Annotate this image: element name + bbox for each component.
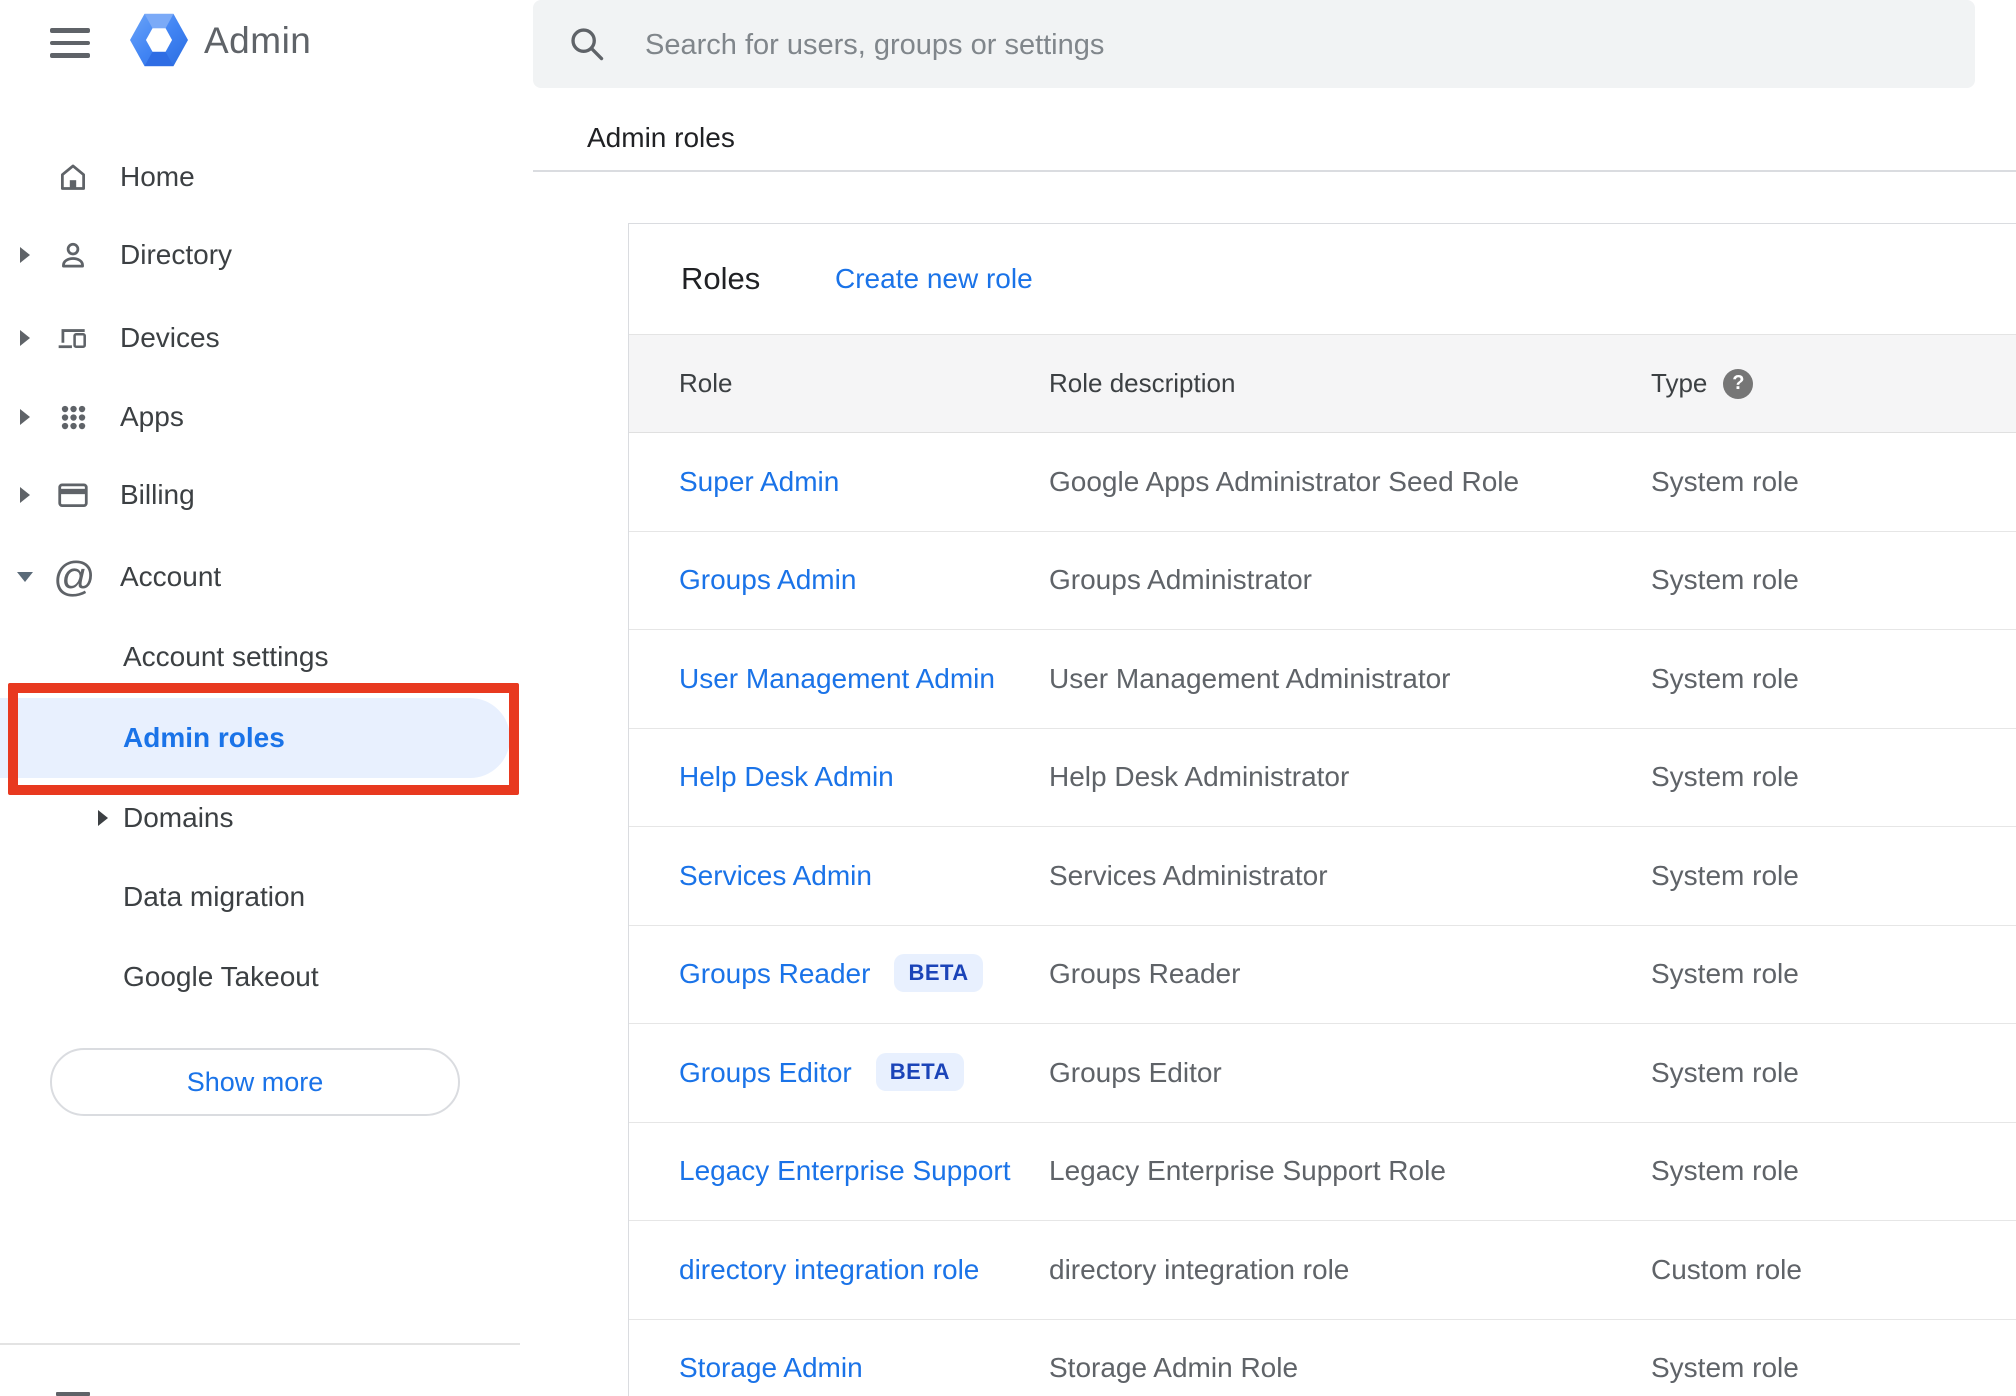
brand-title: Admin [204,20,312,61]
role-description: Groups Administrator [1049,564,1312,596]
beta-badge: BETA [875,1052,965,1091]
roles-card: Roles Create new role Role Role descript… [628,223,2016,1396]
role-type: System role [1651,465,1799,497]
role-description: User Management Administrator [1049,662,1451,694]
column-header-type: Type ? [1651,335,1754,432]
sidebar-item-label: Home [120,161,195,192]
sidebar-item-apps[interactable]: Apps [0,385,530,449]
role-link[interactable]: Storage Admin [679,1352,863,1384]
role-description: Google Apps Administrator Seed Role [1049,465,1520,497]
chevron-right-icon[interactable] [20,247,30,263]
role-description: Services Administrator [1049,859,1328,891]
sidebar-item-label: Data migration [123,881,306,912]
role-link[interactable]: Help Desk Admin [679,761,894,793]
apps-grid-icon [61,405,86,430]
table-header-row: Role Role description Type ? [629,334,2016,433]
role-link[interactable]: Super Admin [679,466,839,498]
role-link[interactable]: Groups Editor [679,1057,852,1089]
devices-icon [58,329,86,349]
sidebar-item-directory[interactable]: Directory [0,223,530,287]
sidebar-item-label: Domains [123,802,234,833]
search-bar[interactable] [533,0,1975,90]
table-row: Storage Admin Storage Admin Role System … [629,1319,2016,1396]
table-row: Legacy Enterprise Support Legacy Enterpr… [629,1122,2016,1221]
sidebar-item-google-takeout[interactable]: Google Takeout [0,945,530,1009]
person-icon [62,242,84,268]
beta-badge: BETA [894,954,983,993]
chevron-right-icon[interactable] [20,330,30,346]
sidebar-item-label: Directory [120,239,233,270]
sidebar-item-label: Account [120,561,222,592]
credit-card-icon [58,483,88,508]
role-link[interactable]: directory integration role [679,1254,979,1286]
role-description: Groups Editor [1049,1056,1222,1088]
help-icon[interactable]: ? [1723,368,1754,399]
chevron-right-icon[interactable] [20,487,30,503]
role-type: System role [1651,662,1799,694]
table-row: Groups Editor BETA Groups Editor System … [629,1024,2016,1123]
search-icon [571,28,604,61]
table-row: Super Admin Google Apps Administrator Se… [629,433,2016,532]
table-row: Groups Reader BETA Groups Reader System … [629,925,2016,1024]
role-type: System role [1651,564,1799,596]
sidebar-item-devices[interactable]: Devices [0,306,530,370]
sidebar-item-label: Admin roles [123,722,285,753]
role-link[interactable]: User Management Admin [679,663,995,695]
google-admin-console: Admin Home Directory Devices Apps Billin… [0,0,2016,1396]
roles-card-title: Roles [681,261,761,296]
column-header-role-description: Role description [1049,368,1236,398]
role-description: directory integration role [1049,1253,1350,1285]
table-row: Services Admin Services Administrator Sy… [629,827,2016,926]
table-row: directory integration role directory int… [629,1221,2016,1320]
sidebar: Admin Home Directory Devices Apps Billin… [0,0,530,1396]
menu-icon[interactable] [50,28,90,58]
role-description: Help Desk Administrator [1049,761,1350,793]
role-link[interactable]: Legacy Enterprise Support [679,1155,1011,1187]
chevron-right-icon[interactable] [20,409,30,425]
sidebar-item-billing[interactable]: Billing [0,463,530,527]
role-type: System role [1651,859,1799,891]
sidebar-item-account[interactable]: @ Account [0,545,530,609]
sidebar-item-label: Google Takeout [123,961,319,992]
sidebar-item-domains[interactable]: Domains [0,786,530,850]
role-type: System role [1651,1056,1799,1088]
page-title: Admin roles [587,122,735,153]
roles-card-header: Roles Create new role [629,224,2016,334]
role-description: Legacy Enterprise Support Role [1049,1155,1446,1187]
role-link[interactable]: Groups Admin [679,564,856,596]
table-row: User Management Admin User Management Ad… [629,630,2016,729]
create-new-role-link[interactable]: Create new role [835,263,1033,295]
table-row: Groups Admin Groups Administrator System… [629,531,2016,630]
home-icon [60,164,86,190]
page-divider [533,170,2016,172]
role-type: System role [1651,958,1799,990]
sidebar-item-account-settings[interactable]: Account settings [0,625,530,689]
role-description: Groups Reader [1049,958,1241,990]
chevron-down-icon[interactable] [17,572,33,582]
search-input[interactable] [643,0,1937,90]
role-link[interactable]: Groups Reader [679,958,870,990]
sidebar-item-label: Billing [120,479,195,510]
role-type: System role [1651,1352,1799,1384]
show-more-button[interactable]: Show more [50,1048,460,1116]
role-type: System role [1651,761,1799,793]
chevron-right-icon[interactable] [98,810,108,826]
sidebar-item-home[interactable]: Home [0,145,530,209]
table-row: Help Desk Admin Help Desk Administrator … [629,728,2016,827]
role-description: Storage Admin Role [1049,1352,1299,1384]
role-link[interactable]: Services Admin [679,860,872,892]
sidebar-divider [0,1343,520,1345]
sidebar-item-label: Devices [120,322,220,353]
sidebar-item-data-migration[interactable]: Data migration [0,865,530,929]
sidebar-item-label: Apps [120,401,184,432]
column-header-role: Role [679,368,733,398]
admin-logo-icon [130,13,188,67]
sidebar-item-label: Account settings [123,641,329,672]
at-sign-icon: @ [53,553,96,600]
clipped-bottom-icon [56,1392,90,1396]
sidebar-item-admin-roles[interactable]: Admin roles [0,698,510,778]
role-type: System role [1651,1155,1799,1187]
role-type: Custom role [1651,1253,1802,1285]
